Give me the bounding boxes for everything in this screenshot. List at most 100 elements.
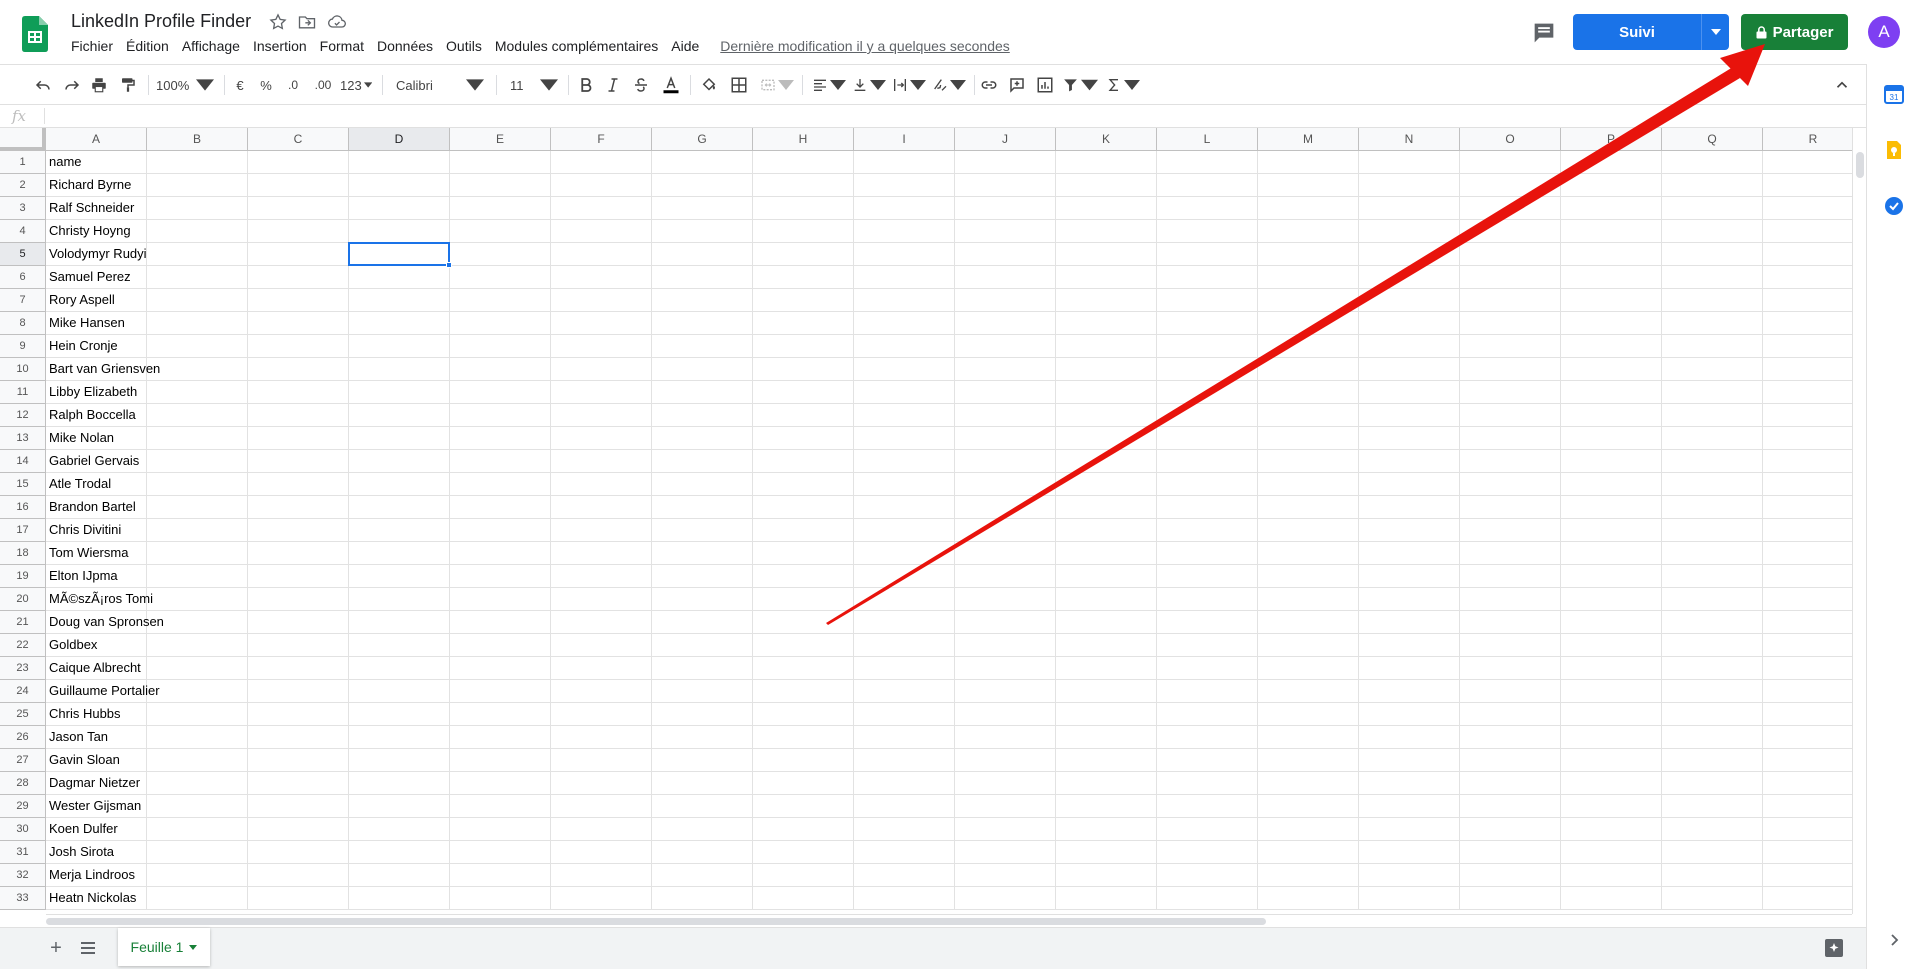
cell-j1[interactable] [955,151,1056,174]
cell-p18[interactable] [1561,542,1662,565]
cell-q29[interactable] [1662,795,1763,818]
cell-p12[interactable] [1561,404,1662,427]
cell-r31[interactable] [1763,841,1852,864]
cell-h20[interactable] [753,588,854,611]
spreadsheet-grid[interactable]: ABCDEFGHIJKLMNOPQR 1 2 3 4 5 6 7 8 9 10 11 12 13 14 15… [0,128,1852,914]
cell-o27[interactable] [1460,749,1561,772]
cell-h3[interactable] [753,197,854,220]
cell-a28[interactable]: Dagmar Nietzer [46,772,147,795]
cell-q5[interactable] [1662,243,1763,266]
cell-h25[interactable] [753,703,854,726]
cell-l15[interactable] [1157,473,1258,496]
column-header-o[interactable]: O [1460,128,1561,151]
cell-f25[interactable] [551,703,652,726]
cell-l16[interactable] [1157,496,1258,519]
strikethrough-button[interactable] [631,73,651,97]
cell-f4[interactable] [551,220,652,243]
cell-h31[interactable] [753,841,854,864]
cell-c27[interactable] [248,749,349,772]
document-title[interactable]: LinkedIn Profile Finder [71,11,251,32]
cell-a14[interactable]: Gabriel Gervais [46,450,147,473]
cell-o4[interactable] [1460,220,1561,243]
cell-r5[interactable] [1763,243,1852,266]
cell-h23[interactable] [753,657,854,680]
cell-i29[interactable] [854,795,955,818]
cell-c3[interactable] [248,197,349,220]
cell-c8[interactable] [248,312,349,335]
share-button[interactable]: Partager [1741,14,1848,50]
cell-d7[interactable] [349,289,450,312]
cell-a5[interactable]: Volodymyr Rudyi [46,243,147,266]
cell-e19[interactable] [450,565,551,588]
currency-format-button[interactable]: € [232,73,248,97]
text-color-button[interactable] [660,73,682,97]
cell-e9[interactable] [450,335,551,358]
cell-r3[interactable] [1763,197,1852,220]
cell-r25[interactable] [1763,703,1852,726]
row-header-8[interactable]: 8 [0,312,46,335]
cell-a32[interactable]: Merja Lindroos [46,864,147,887]
cell-p6[interactable] [1561,266,1662,289]
cell-d4[interactable] [349,220,450,243]
cell-i31[interactable] [854,841,955,864]
cell-j17[interactable] [955,519,1056,542]
cell-k23[interactable] [1056,657,1157,680]
cell-q26[interactable] [1662,726,1763,749]
cell-j27[interactable] [955,749,1056,772]
cell-h19[interactable] [753,565,854,588]
row-header-2[interactable]: 2 [0,174,46,197]
cell-b18[interactable] [147,542,248,565]
cell-m15[interactable] [1258,473,1359,496]
cell-r9[interactable] [1763,335,1852,358]
fill-handle[interactable] [446,262,452,268]
cell-m2[interactable] [1258,174,1359,197]
cell-b9[interactable] [147,335,248,358]
cell-m27[interactable] [1258,749,1359,772]
cell-k7[interactable] [1056,289,1157,312]
column-header-c[interactable]: C [248,128,349,151]
row-header-27[interactable]: 27 [0,749,46,772]
row-header-31[interactable]: 31 [0,841,46,864]
cell-n23[interactable] [1359,657,1460,680]
cell-e16[interactable] [450,496,551,519]
cell-g8[interactable] [652,312,753,335]
column-header-h[interactable]: H [753,128,854,151]
cell-r15[interactable] [1763,473,1852,496]
cell-h8[interactable] [753,312,854,335]
cell-l5[interactable] [1157,243,1258,266]
cell-r19[interactable] [1763,565,1852,588]
cell-q15[interactable] [1662,473,1763,496]
cell-b13[interactable] [147,427,248,450]
cell-e2[interactable] [450,174,551,197]
cell-h27[interactable] [753,749,854,772]
cell-f18[interactable] [551,542,652,565]
cell-n24[interactable] [1359,680,1460,703]
cell-p13[interactable] [1561,427,1662,450]
column-header-q[interactable]: Q [1662,128,1763,151]
cell-m17[interactable] [1258,519,1359,542]
cell-e32[interactable] [450,864,551,887]
cell-q20[interactable] [1662,588,1763,611]
cell-g32[interactable] [652,864,753,887]
cell-b5[interactable] [147,243,248,266]
cell-l3[interactable] [1157,197,1258,220]
cell-q10[interactable] [1662,358,1763,381]
cell-j2[interactable] [955,174,1056,197]
cell-k4[interactable] [1056,220,1157,243]
cell-l26[interactable] [1157,726,1258,749]
cell-b25[interactable] [147,703,248,726]
cell-l14[interactable] [1157,450,1258,473]
cell-m12[interactable] [1258,404,1359,427]
cell-e29[interactable] [450,795,551,818]
cell-a13[interactable]: Mike Nolan [46,427,147,450]
column-header-n[interactable]: N [1359,128,1460,151]
cell-c24[interactable] [248,680,349,703]
cell-n25[interactable] [1359,703,1460,726]
cell-k28[interactable] [1056,772,1157,795]
cell-a7[interactable]: Rory Aspell [46,289,147,312]
cell-b33[interactable] [147,887,248,910]
cell-o7[interactable] [1460,289,1561,312]
cell-i5[interactable] [854,243,955,266]
cell-h2[interactable] [753,174,854,197]
cell-h29[interactable] [753,795,854,818]
